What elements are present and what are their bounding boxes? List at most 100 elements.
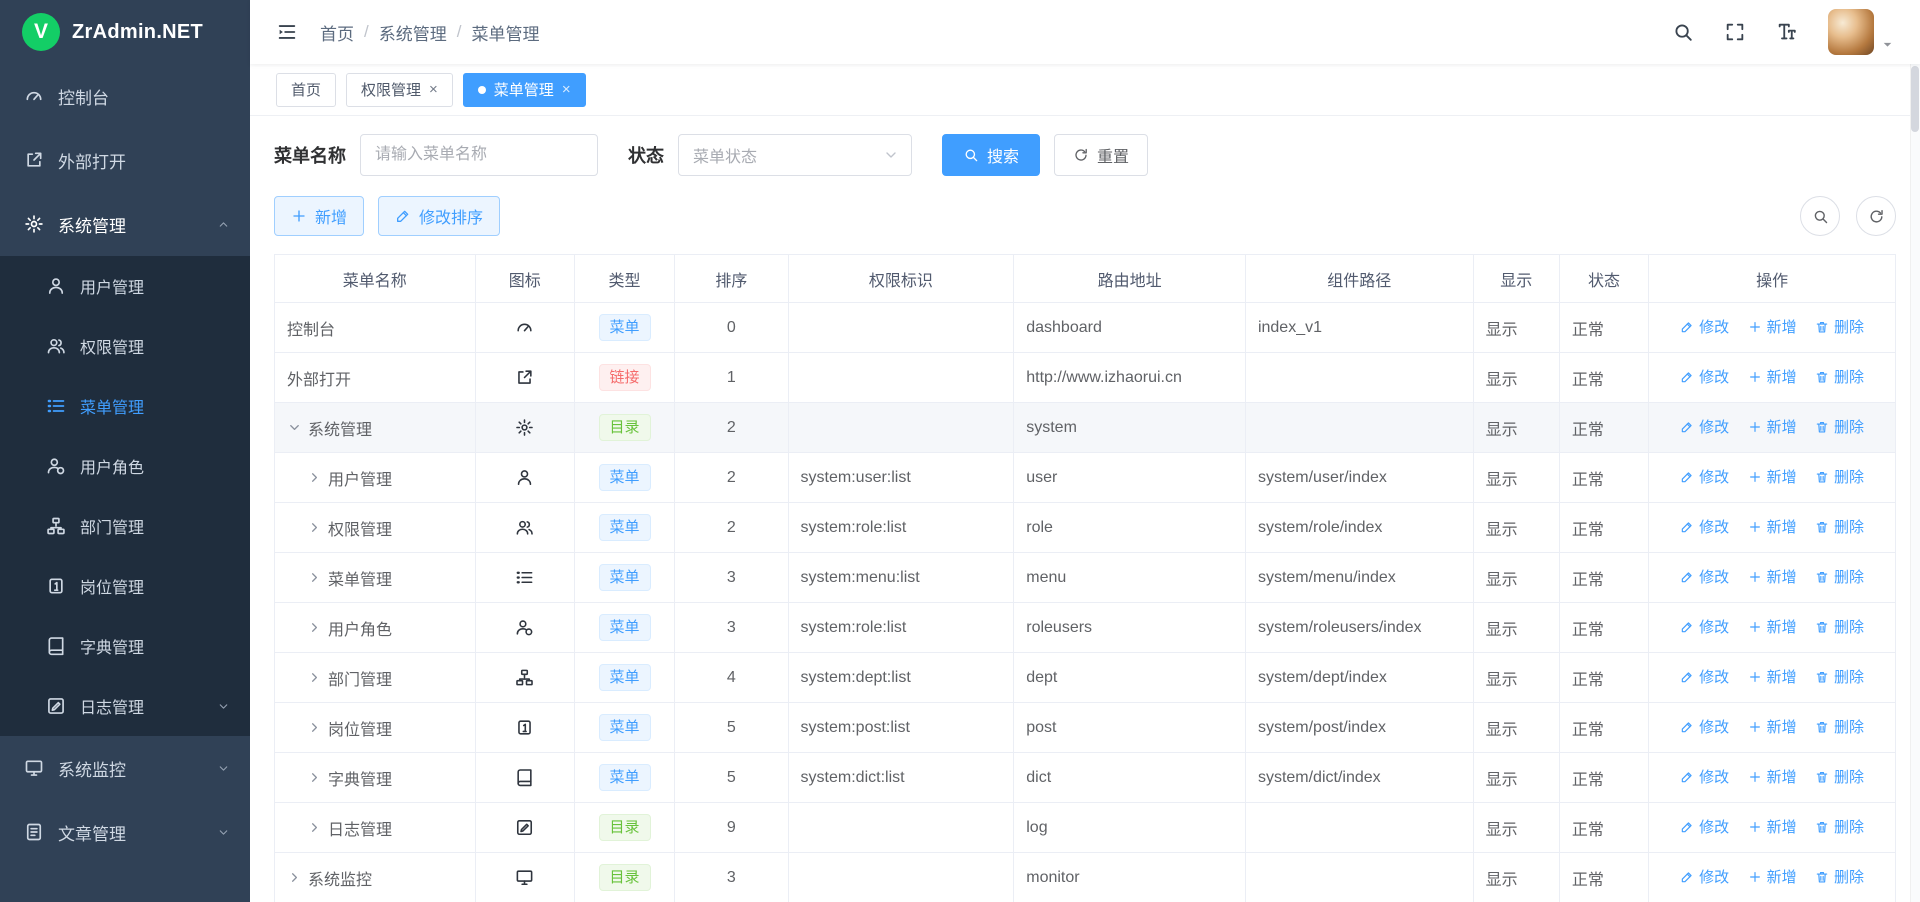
edit-link[interactable]: 修改	[1680, 516, 1729, 537]
delete-link[interactable]: 删除	[1815, 316, 1864, 337]
add-button-label: 新增	[315, 204, 347, 228]
add-button[interactable]: 新增	[274, 196, 364, 236]
add-link[interactable]: 新增	[1748, 466, 1797, 487]
toggle-search-button[interactable]	[1800, 196, 1840, 236]
chevron-right-icon[interactable]	[307, 520, 322, 535]
chevron-down-icon[interactable]	[287, 420, 302, 435]
delete-link[interactable]: 删除	[1815, 566, 1864, 587]
edit-link[interactable]: 修改	[1680, 366, 1729, 387]
edit-link[interactable]: 修改	[1680, 666, 1729, 687]
edit-link[interactable]: 修改	[1680, 816, 1729, 837]
menu-table-body: 控制台 菜单 0 dashboard index_v1 显示 正常 修改 新增 …	[275, 303, 1896, 902]
sidebar-item[interactable]: 系统管理	[0, 192, 250, 256]
close-icon[interactable]: ×	[562, 82, 571, 97]
user-avatar[interactable]	[1828, 9, 1874, 55]
close-icon[interactable]: ×	[429, 82, 438, 97]
breadcrumb-item[interactable]: 系统管理	[379, 20, 447, 45]
edit-link[interactable]: 修改	[1680, 766, 1729, 787]
delete-link[interactable]: 删除	[1815, 366, 1864, 387]
add-link[interactable]: 新增	[1748, 316, 1797, 337]
add-link[interactable]: 新增	[1748, 816, 1797, 837]
plus-icon	[1748, 420, 1762, 434]
sidebar-item[interactable]: 系统监控	[0, 736, 250, 800]
fullscreen-icon[interactable]	[1724, 21, 1746, 43]
delete-link[interactable]: 删除	[1815, 516, 1864, 537]
breadcrumb-item[interactable]: 菜单管理	[471, 20, 539, 45]
trash-icon	[1815, 820, 1829, 834]
add-link[interactable]: 新增	[1748, 866, 1797, 887]
delete-link[interactable]: 删除	[1815, 766, 1864, 787]
status-select[interactable]: 菜单状态	[678, 134, 912, 176]
search-button[interactable]: 搜索	[942, 134, 1040, 176]
reset-button[interactable]: 重置	[1054, 134, 1148, 176]
sidebar-item[interactable]: 文章管理	[0, 800, 250, 864]
actions-cell: 修改 新增 删除	[1649, 403, 1896, 453]
chevron-right-icon[interactable]	[307, 820, 322, 835]
add-link[interactable]: 新增	[1748, 716, 1797, 737]
sidebar-item[interactable]: 岗位管理	[0, 556, 250, 616]
scrollbar[interactable]	[1910, 0, 1920, 902]
menu-fold-icon[interactable]	[276, 21, 298, 43]
edit-sort-button[interactable]: 修改排序	[378, 196, 500, 236]
sidebar-item[interactable]: 日志管理	[0, 676, 250, 736]
add-link[interactable]: 新增	[1748, 516, 1797, 537]
chevron-right-icon[interactable]	[307, 770, 322, 785]
edit-link[interactable]: 修改	[1680, 616, 1729, 637]
delete-link[interactable]: 删除	[1815, 866, 1864, 887]
sidebar-item[interactable]: 外部打开	[0, 128, 250, 192]
refresh-table-button[interactable]	[1856, 196, 1896, 236]
delete-link[interactable]: 删除	[1815, 666, 1864, 687]
font-size-icon[interactable]	[1776, 21, 1798, 43]
menu-type-cell: 菜单	[574, 303, 674, 353]
chevron-down-icon	[883, 147, 899, 163]
chevron-right-icon[interactable]	[307, 570, 322, 585]
sidebar-item[interactable]: 菜单管理	[0, 376, 250, 436]
edit-link[interactable]: 修改	[1680, 416, 1729, 437]
caret-down-icon[interactable]	[1881, 38, 1894, 51]
edit-link[interactable]: 修改	[1680, 866, 1729, 887]
tab[interactable]: 菜单管理×	[463, 73, 586, 107]
add-link[interactable]: 新增	[1748, 366, 1797, 387]
sort-cell: 4	[675, 653, 788, 703]
search-icon[interactable]	[1672, 21, 1694, 43]
sidebar-item[interactable]: 控制台	[0, 64, 250, 128]
menu-name-input[interactable]	[360, 134, 598, 176]
breadcrumb-item[interactable]: 首页	[320, 20, 354, 45]
sidebar-item[interactable]: 权限管理	[0, 316, 250, 376]
sidebar-item[interactable]: 用户管理	[0, 256, 250, 316]
delete-link[interactable]: 删除	[1815, 716, 1864, 737]
delete-link[interactable]: 删除	[1815, 616, 1864, 637]
status-cell: 正常	[1559, 753, 1648, 803]
chevron-right-icon[interactable]	[307, 620, 322, 635]
add-link[interactable]: 新增	[1748, 666, 1797, 687]
sidebar-item[interactable]: 部门管理	[0, 496, 250, 556]
menu-icon-cell	[475, 303, 574, 353]
chevron-right-icon[interactable]	[307, 470, 322, 485]
page-content: 菜单名称 状态 菜单状态 搜索 重置 新增	[250, 116, 1920, 902]
delete-link[interactable]: 删除	[1815, 816, 1864, 837]
trash-icon	[1815, 620, 1829, 634]
trash-icon	[1815, 370, 1829, 384]
status-cell: 正常	[1559, 803, 1648, 853]
edit-link[interactable]: 修改	[1680, 716, 1729, 737]
add-link[interactable]: 新增	[1748, 416, 1797, 437]
delete-link[interactable]: 删除	[1815, 416, 1864, 437]
sort-cell: 3	[675, 553, 788, 603]
tab[interactable]: 权限管理×	[346, 73, 453, 107]
chevron-right-icon[interactable]	[307, 670, 322, 685]
add-link[interactable]: 新增	[1748, 766, 1797, 787]
delete-link[interactable]: 删除	[1815, 466, 1864, 487]
add-link[interactable]: 新增	[1748, 616, 1797, 637]
edit-link[interactable]: 修改	[1680, 566, 1729, 587]
sort-cell: 9	[675, 803, 788, 853]
sidebar-item[interactable]: 用户角色	[0, 436, 250, 496]
chevron-right-icon[interactable]	[307, 720, 322, 735]
menu-icon-cell	[475, 653, 574, 703]
chevron-right-icon[interactable]	[287, 870, 302, 885]
edit-link[interactable]: 修改	[1680, 316, 1729, 337]
edit-link[interactable]: 修改	[1680, 466, 1729, 487]
sidebar-item[interactable]: 字典管理	[0, 616, 250, 676]
scrollbar-thumb[interactable]	[1911, 66, 1919, 132]
tab[interactable]: 首页	[276, 73, 336, 107]
add-link[interactable]: 新增	[1748, 566, 1797, 587]
